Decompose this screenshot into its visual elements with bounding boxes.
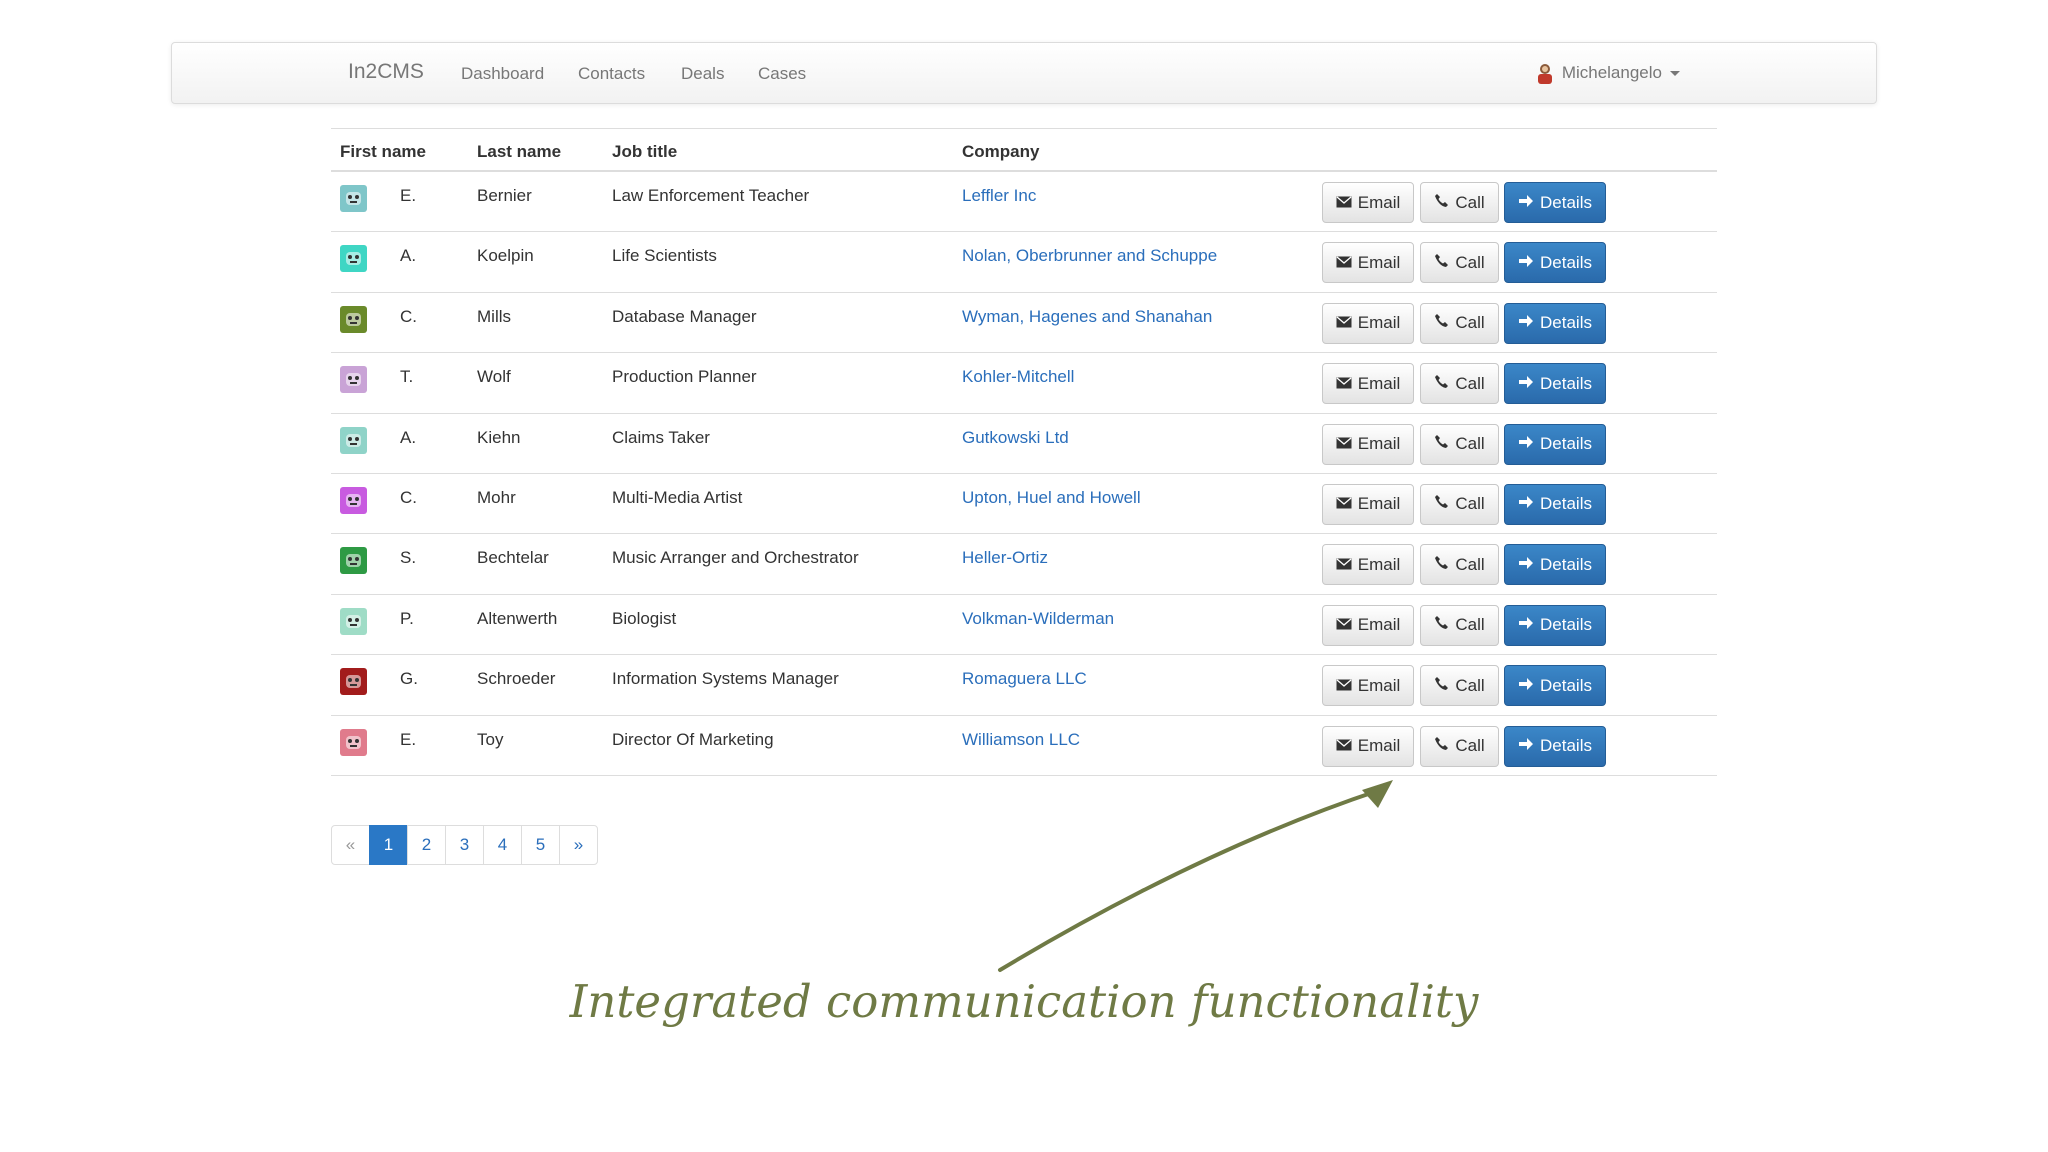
arrow-shaft — [998, 788, 1382, 972]
annotation-caption: Integrated communication functionality — [569, 975, 1479, 1028]
arrow-head — [1362, 780, 1393, 808]
